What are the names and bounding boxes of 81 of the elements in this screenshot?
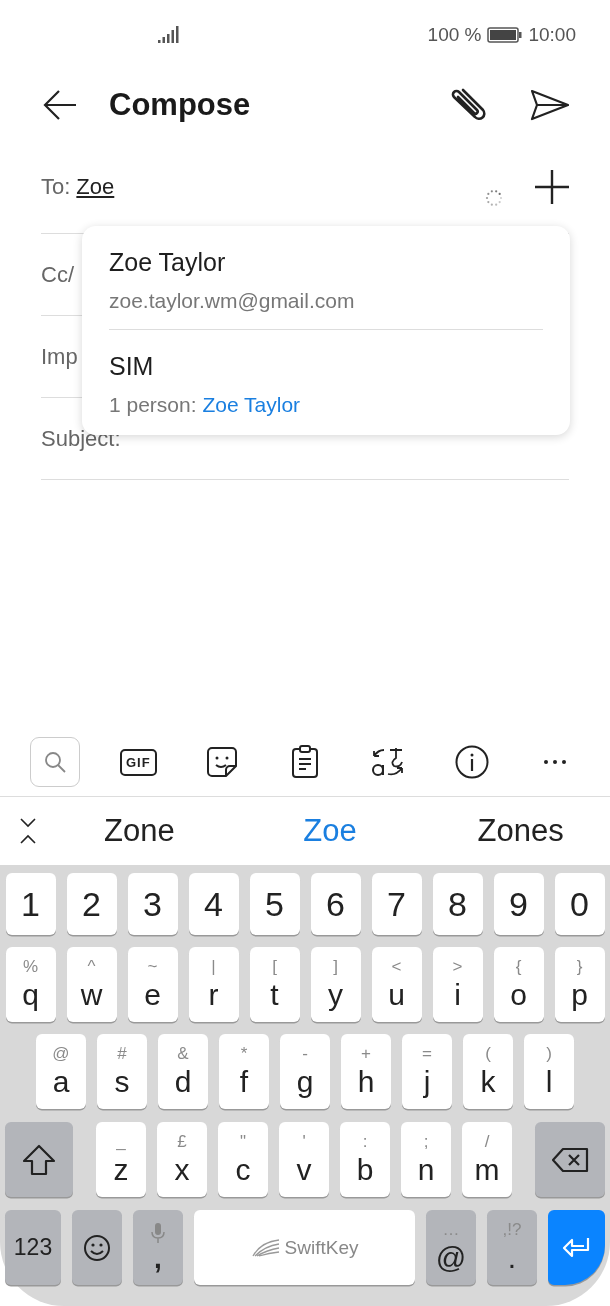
more-icon: [542, 759, 567, 765]
numbers-key[interactable]: 123: [5, 1210, 61, 1285]
key[interactable]: 3: [127, 873, 178, 935]
key[interactable]: { o: [493, 947, 544, 1022]
search-icon: [43, 750, 67, 774]
key[interactable]: ~ e: [127, 947, 178, 1022]
contact-name[interactable]: SIM: [109, 352, 543, 381]
key[interactable]: & d: [158, 1034, 208, 1109]
swoosh-icon: [250, 1237, 281, 1258]
key[interactable]: / m: [462, 1122, 512, 1197]
battery-percent: 100 %: [427, 24, 482, 46]
field-label: Cc/: [41, 261, 74, 288]
word-suggestion[interactable]: Zones: [425, 813, 610, 849]
key[interactable]: ' v: [279, 1122, 329, 1197]
recipient-input[interactable]: Zoe: [76, 173, 115, 200]
word-suggestion[interactable]: Zone: [44, 813, 235, 849]
key[interactable]: # s: [97, 1034, 147, 1109]
key[interactable]: * f: [219, 1034, 269, 1109]
key[interactable]: 5: [249, 873, 300, 935]
key[interactable]: } p: [554, 947, 605, 1022]
add-icon[interactable]: [535, 169, 569, 204]
emoji-key[interactable]: [72, 1210, 122, 1285]
backspace-key[interactable]: [535, 1122, 605, 1197]
shift-key[interactable]: [5, 1122, 73, 1197]
gif-button[interactable]: GIF: [113, 737, 164, 787]
signal-icon: [158, 26, 180, 44]
space-key[interactable]: SwiftKey: [194, 1210, 415, 1285]
key[interactable]: " c: [218, 1122, 268, 1197]
contact-link[interactable]: Zoe Taylor: [202, 393, 301, 416]
key[interactable]: 2: [66, 873, 117, 935]
sticker-icon: [205, 746, 238, 778]
enter-key[interactable]: [548, 1210, 605, 1285]
key[interactable]: @ a: [36, 1034, 86, 1109]
key[interactable]: 8: [432, 873, 483, 935]
contact-detail: 1 person: Zoe Taylor: [109, 393, 302, 417]
smiley-icon: [83, 1233, 111, 1262]
key[interactable]: ,!? .: [487, 1210, 537, 1285]
key[interactable]: … @: [426, 1210, 476, 1285]
key[interactable]: _ z: [96, 1122, 146, 1197]
shift-icon: [22, 1143, 56, 1176]
key[interactable]: | r: [188, 947, 239, 1022]
key[interactable]: : b: [340, 1122, 390, 1197]
back-arrow-icon[interactable]: [42, 89, 78, 121]
key[interactable]: ] y: [310, 947, 361, 1022]
contact-name[interactable]: Zoe Taylor: [109, 248, 543, 277]
clipboard-icon: [291, 745, 319, 779]
key[interactable]: - g: [280, 1034, 330, 1109]
key[interactable]: 6: [310, 873, 361, 935]
send-icon[interactable]: [530, 89, 570, 121]
clock-time: 10:00: [528, 24, 576, 46]
comma-key[interactable]: ,: [133, 1210, 183, 1285]
key[interactable]: ) l: [524, 1034, 574, 1109]
field-label: To:: [41, 173, 71, 200]
key[interactable]: > i: [432, 947, 483, 1022]
key[interactable]: £ x: [157, 1122, 207, 1197]
loading-spinner-icon: [485, 188, 503, 207]
key[interactable]: ; n: [401, 1122, 451, 1197]
field-label: Imp: [41, 343, 78, 370]
key[interactable]: 1: [5, 873, 56, 935]
microphone-icon: [151, 1221, 165, 1244]
key[interactable]: = j: [402, 1034, 452, 1109]
field-label: Subject:: [41, 425, 121, 452]
key[interactable]: < u: [371, 947, 422, 1022]
collapse-icon[interactable]: [20, 818, 36, 844]
word-suggestion[interactable]: Zoe: [234, 813, 426, 849]
screen-title: Compose: [109, 87, 252, 123]
key[interactable]: ^ w: [66, 947, 117, 1022]
contact-detail: zoe.taylor.wm@gmail.com: [109, 289, 356, 313]
info-icon: [454, 745, 489, 779]
key[interactable]: 7: [371, 873, 422, 935]
backspace-icon: [551, 1146, 589, 1173]
key[interactable]: 9: [493, 873, 544, 935]
key[interactable]: + h: [341, 1034, 391, 1109]
key[interactable]: 4: [188, 873, 239, 935]
battery-icon: [487, 27, 523, 43]
key[interactable]: ( k: [463, 1034, 513, 1109]
key[interactable]: % q: [5, 947, 56, 1022]
key[interactable]: 0: [554, 873, 605, 935]
key[interactable]: [ t: [249, 947, 300, 1022]
search-tool-button[interactable]: [30, 737, 80, 787]
enter-icon: [561, 1235, 592, 1260]
